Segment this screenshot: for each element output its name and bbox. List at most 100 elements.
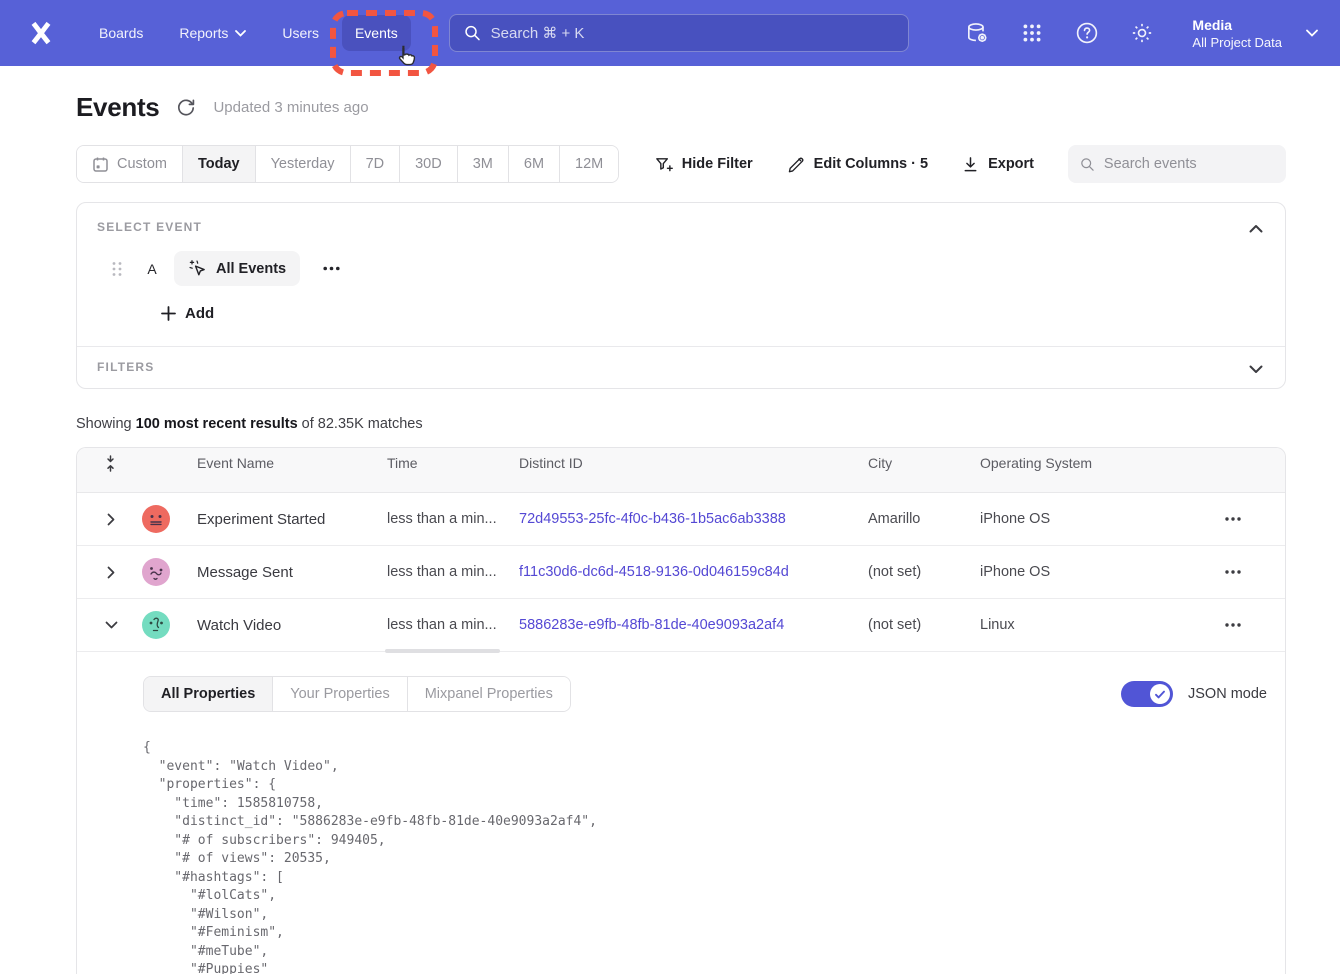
avatar-face: [142, 558, 170, 586]
apps-grid-icon[interactable]: [1019, 20, 1045, 46]
event-selector-pill[interactable]: All Events: [174, 251, 300, 286]
avatar: [142, 505, 170, 533]
export-button[interactable]: Export: [962, 156, 1034, 173]
chevron-down-icon: [1306, 29, 1318, 37]
city-cell: (not set): [868, 564, 980, 580]
table-row[interactable]: Message Sent less than a min... f11c30d6…: [77, 546, 1285, 599]
select-event-section: SELECT EVENT A All Event: [77, 203, 1285, 346]
nav-item-events[interactable]: Events: [342, 15, 411, 51]
avatar-face: [142, 611, 170, 639]
export-label: Export: [988, 156, 1034, 172]
nav-item-users[interactable]: Users: [269, 15, 332, 51]
chevron-right-icon: [107, 566, 115, 579]
nav-item-reports[interactable]: Reports: [166, 15, 259, 51]
pencil-icon: [787, 155, 805, 173]
column-header-os: Operating System: [980, 455, 1154, 471]
tab-all-properties[interactable]: All Properties: [144, 677, 273, 711]
project-switcher[interactable]: Media All Project Data: [1192, 17, 1318, 50]
date-option-custom[interactable]: Custom: [77, 146, 183, 182]
distinct-id-link[interactable]: 72d49553-25fc-4f0c-b436-1b5ac6ab3388: [519, 511, 868, 527]
date-option-today[interactable]: Today: [183, 146, 256, 182]
avatar: [142, 611, 170, 639]
date-option-label: 12M: [575, 156, 603, 172]
navbar-right-group: Media All Project Data: [964, 17, 1318, 50]
primary-nav: Boards Reports Users Events: [86, 15, 411, 51]
expand-filters-button[interactable]: [1245, 358, 1267, 380]
column-header-event-name: Event Name: [197, 455, 387, 471]
os-cell: iPhone OS: [980, 511, 1154, 527]
results-summary: Showing 100 most recent results of 82.35…: [76, 416, 1286, 432]
row-actions-button[interactable]: [1221, 560, 1245, 584]
event-name-cell: Experiment Started: [197, 511, 387, 528]
global-search: [449, 14, 909, 52]
avatar-face: [142, 505, 170, 533]
table-tools: Hide Filter Edit Columns · 5 Export: [654, 145, 1286, 183]
expand-row-button[interactable]: [103, 511, 119, 527]
updated-timestamp: Updated 3 minutes ago: [213, 99, 368, 116]
expand-row-button[interactable]: [103, 564, 119, 580]
tab-your-properties[interactable]: Your Properties: [273, 677, 407, 711]
distinct-id-link[interactable]: f11c30d6-dc6d-4518-9136-0d046159c84d: [519, 564, 868, 580]
settings-gear-icon[interactable]: [1129, 20, 1155, 46]
json-mode-group: JSON mode: [1121, 681, 1267, 707]
event-detail-panel: All Properties Your Properties Mixpanel …: [77, 652, 1285, 974]
date-option-yesterday[interactable]: Yesterday: [256, 146, 351, 182]
help-icon[interactable]: [1074, 20, 1100, 46]
date-option-label: 3M: [473, 156, 493, 172]
table-row[interactable]: Experiment Started less than a min... 72…: [77, 493, 1285, 546]
edit-columns-button[interactable]: Edit Columns · 5: [787, 155, 928, 173]
select-event-heading: SELECT EVENT: [97, 220, 1265, 234]
toggle-knob: [1150, 684, 1170, 704]
search-events-input[interactable]: [1104, 156, 1274, 172]
funnel-plus-icon: [654, 155, 673, 174]
plus-icon: [161, 306, 176, 321]
tab-label: Your Properties: [290, 686, 389, 702]
date-option-3m[interactable]: 3M: [458, 146, 509, 182]
summary-suffix: of 82.35K matches: [298, 416, 423, 432]
add-event-button[interactable]: Add: [161, 305, 214, 322]
refresh-icon[interactable]: [176, 98, 196, 118]
tab-mixpanel-properties[interactable]: Mixpanel Properties: [408, 677, 570, 711]
clause-letter: A: [145, 261, 159, 277]
row-actions-button[interactable]: [1221, 507, 1245, 531]
date-option-12m[interactable]: 12M: [560, 146, 618, 182]
horizontal-scrollbar-thumb[interactable]: [385, 649, 500, 653]
search-events-box: [1068, 145, 1286, 183]
date-option-6m[interactable]: 6M: [509, 146, 560, 182]
event-clause-row: A All Events: [97, 251, 1265, 286]
summary-highlight: 100 most recent results: [136, 416, 298, 432]
data-management-icon[interactable]: [964, 20, 990, 46]
nav-item-boards[interactable]: Boards: [86, 15, 156, 51]
json-mode-label: JSON mode: [1188, 686, 1267, 702]
global-search-input[interactable]: [491, 25, 894, 42]
search-icon: [464, 24, 481, 42]
collapse-row-button[interactable]: [103, 617, 119, 633]
distinct-id-link[interactable]: 5886283e-e9fb-48fb-81de-40e9093a2af4: [519, 617, 868, 633]
mixpanel-logo-icon: [26, 18, 56, 48]
event-more-options-button[interactable]: [320, 258, 342, 280]
title-row: Events Updated 3 minutes ago: [76, 92, 1286, 123]
time-cell: less than a min...: [387, 511, 519, 527]
hide-filter-button[interactable]: Hide Filter: [654, 155, 753, 174]
summary-prefix: Showing: [76, 416, 136, 432]
date-option-7d[interactable]: 7D: [351, 146, 401, 182]
date-option-label: 6M: [524, 156, 544, 172]
ellipsis-icon: [1225, 570, 1241, 574]
os-cell: Linux: [980, 617, 1154, 633]
collapse-section-button[interactable]: [1245, 217, 1267, 239]
date-option-30d[interactable]: 30D: [400, 146, 458, 182]
project-name: Media: [1192, 17, 1282, 33]
drag-handle[interactable]: [111, 261, 123, 277]
row-actions-button[interactable]: [1221, 613, 1245, 637]
date-option-label: Custom: [117, 156, 167, 172]
avatar: [142, 558, 170, 586]
mixpanel-logo[interactable]: [24, 16, 58, 50]
tab-label: Mixpanel Properties: [425, 686, 553, 702]
nav-label-users: Users: [282, 25, 319, 41]
query-builder-panel: SELECT EVENT A All Event: [76, 202, 1286, 389]
json-mode-toggle[interactable]: [1121, 681, 1173, 707]
nav-label-reports: Reports: [179, 25, 228, 41]
events-table: Event Name Time Distinct ID City Operati…: [76, 447, 1286, 974]
table-row-expanded[interactable]: Watch Video less than a min... 5886283e-…: [77, 599, 1285, 652]
collapse-all-rows-icon[interactable]: [77, 455, 117, 472]
